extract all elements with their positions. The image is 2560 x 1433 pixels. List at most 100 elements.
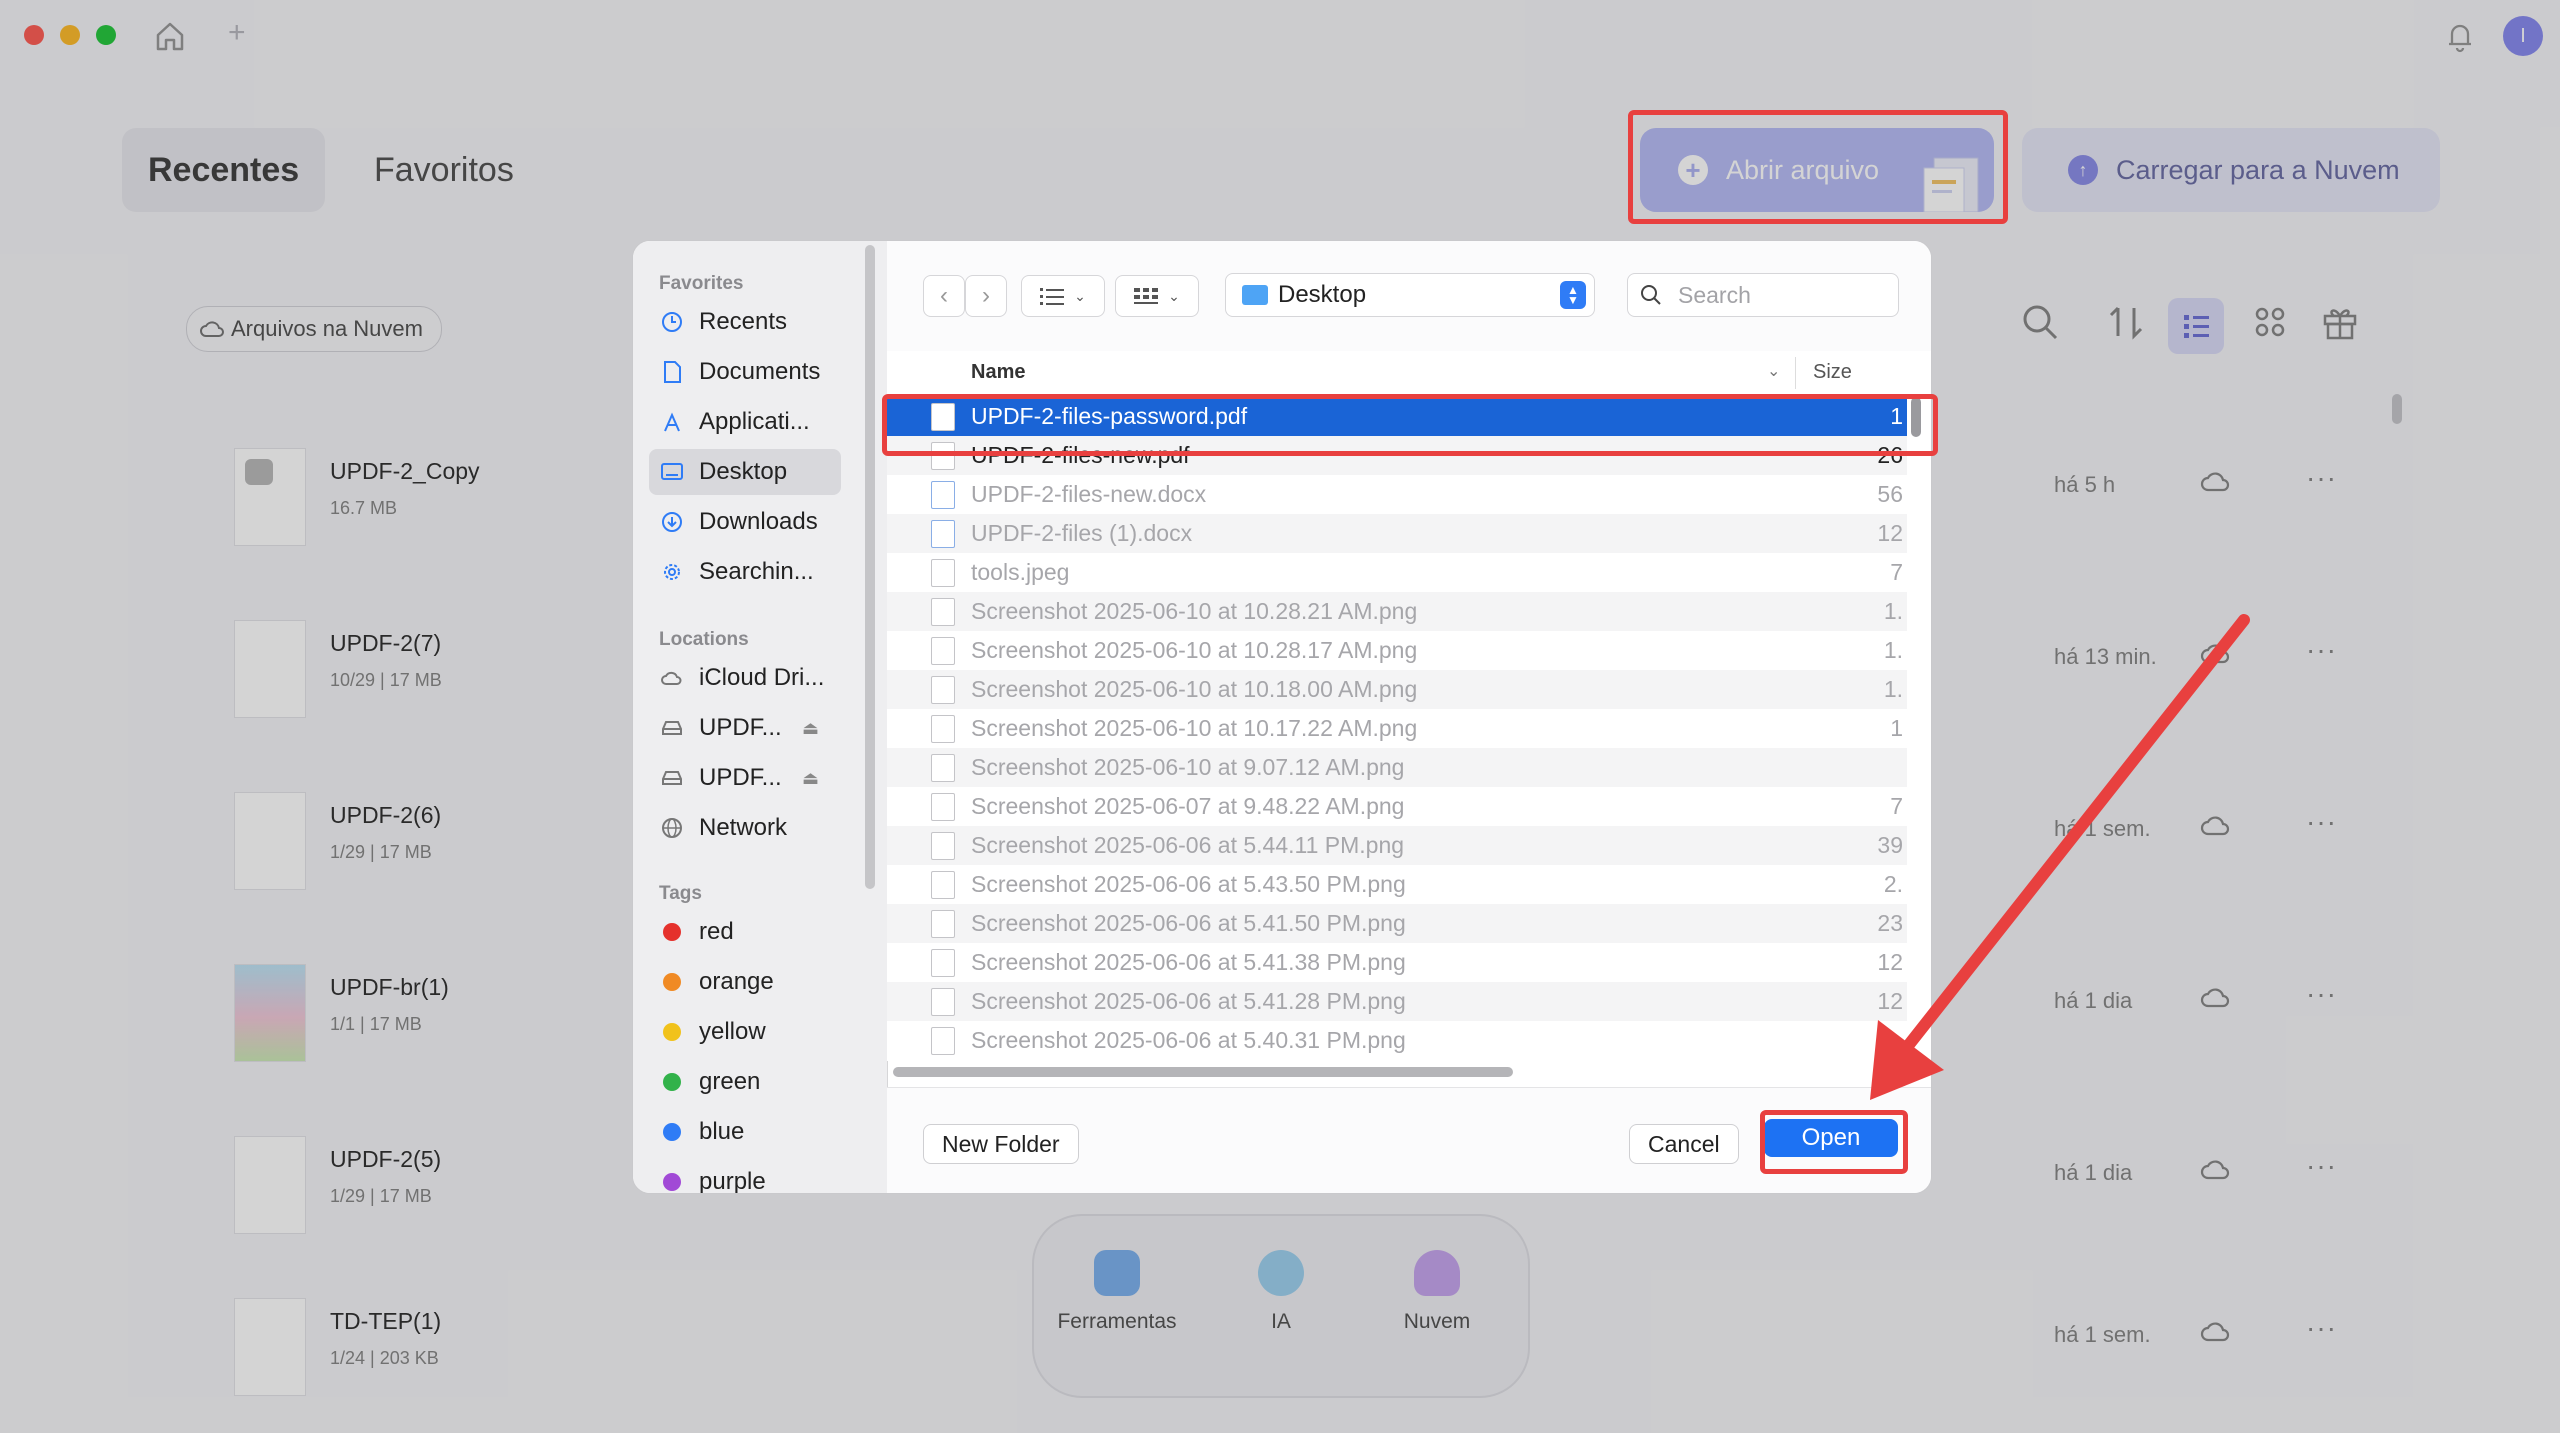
word-file-icon <box>931 480 955 509</box>
image-file-icon <box>931 987 955 1016</box>
file-name: Screenshot 2025-06-10 at 10.28.21 AM.png <box>971 598 1418 624</box>
location-popup[interactable]: Desktop ▲ ▼ <box>1225 273 1595 317</box>
file-row: Screenshot 2025-06-10 at 10.28.21 AM.png… <box>887 592 1907 631</box>
file-size: 7 <box>1890 559 1903 585</box>
forward-button[interactable]: › <box>965 275 1007 317</box>
file-name: Screenshot 2025-06-06 at 5.41.50 PM.png <box>971 910 1406 936</box>
sidebar-tag-green[interactable]: green <box>649 1059 841 1105</box>
chevron-left-icon: ‹ <box>940 282 948 309</box>
file-size: 1. <box>1883 598 1903 624</box>
sidebar-tag-blue[interactable]: blue <box>649 1109 841 1155</box>
sidebar-item-recents[interactable]: Recents <box>649 299 841 345</box>
sidebar-item-label: Recents <box>699 308 788 335</box>
highlight-selected-file <box>882 394 1938 456</box>
file-name: Screenshot 2025-06-06 at 5.43.50 PM.png <box>971 871 1406 897</box>
file-row: Screenshot 2025-06-10 at 10.18.00 AM.png… <box>887 670 1907 709</box>
file-size: 39 <box>1877 832 1903 858</box>
sidebar-item-label: purple <box>699 1168 766 1194</box>
sidebar-item-label: green <box>699 1068 761 1095</box>
sidebar-tag-red[interactable]: red <box>649 909 841 955</box>
file-size: 7 <box>1890 793 1903 819</box>
group-view-menu[interactable]: ⌄ <box>1115 275 1199 317</box>
file-name: Screenshot 2025-06-07 at 9.48.22 AM.png <box>971 793 1405 819</box>
file-size: 2. <box>1883 871 1903 897</box>
sidebar-item-applications[interactable]: Applicati... <box>649 399 841 445</box>
file-name: Screenshot 2025-06-06 at 5.41.38 PM.png <box>971 949 1406 975</box>
image-file-icon <box>931 909 955 938</box>
chevron-down-icon: ⌄ <box>1168 287 1180 304</box>
highlight-open-file <box>1628 110 2008 224</box>
file-row: tools.jpeg 7 <box>887 553 1907 592</box>
sidebar-item-label: red <box>699 918 734 945</box>
file-row: Screenshot 2025-06-06 at 5.40.31 PM.png <box>887 1021 1907 1060</box>
clock-icon <box>659 309 685 335</box>
search-field[interactable] <box>1627 273 1899 317</box>
stepper-icon: ▲ ▼ <box>1560 281 1586 309</box>
file-row: Screenshot 2025-06-07 at 9.48.22 AM.png 7 <box>887 787 1907 826</box>
file-size: 1. <box>1883 676 1903 702</box>
tag-dot-icon <box>663 973 681 991</box>
file-name: Screenshot 2025-06-06 at 5.41.28 PM.png <box>971 988 1406 1014</box>
sidebar-tag-orange[interactable]: orange <box>649 959 841 1005</box>
list-view-menu[interactable]: ⌄ <box>1021 275 1105 317</box>
locations-heading: Locations <box>659 629 749 650</box>
sidebar-item-label: yellow <box>699 1018 766 1045</box>
gear-icon <box>659 559 685 585</box>
file-row: Screenshot 2025-06-06 at 5.41.50 PM.png 2… <box>887 904 1907 943</box>
column-size[interactable]: Size <box>1813 361 1852 384</box>
sidebar-item-label: Documents <box>699 358 821 385</box>
image-file-icon <box>931 753 955 782</box>
file-row: UPDF-2-files-new.docx 56 <box>887 475 1907 514</box>
tag-dot-icon <box>663 1073 681 1091</box>
sidebar-tag-purple[interactable]: purple <box>649 1159 841 1194</box>
file-size: 56 <box>1877 481 1903 507</box>
chevron-down-icon[interactable]: ⌄ <box>1767 361 1780 381</box>
back-button[interactable]: ‹ <box>923 275 965 317</box>
sidebar-item-desktop[interactable]: Desktop <box>649 449 841 495</box>
sidebar-item-downloads[interactable]: Downloads <box>649 499 841 545</box>
file-size: 12 <box>1877 949 1903 975</box>
file-list-horizontal-scrollbar[interactable] <box>893 1067 1513 1077</box>
dialog-toolbar: ‹ › ⌄ ⌄ Desktop ▲ ▼ <box>887 241 1931 351</box>
tag-dot-icon <box>663 1173 681 1191</box>
location-label: Desktop <box>1278 281 1367 308</box>
sidebar-item-label: Searchin... <box>699 558 814 585</box>
file-row: Screenshot 2025-06-10 at 10.28.17 AM.png… <box>887 631 1907 670</box>
sidebar-item-label: orange <box>699 968 774 995</box>
sidebar-item-label: iCloud Dri... <box>699 664 825 691</box>
eject-icon[interactable]: ⏏ <box>802 718 819 739</box>
eject-icon[interactable]: ⏏ <box>802 768 819 789</box>
new-folder-button[interactable]: New Folder <box>923 1124 1079 1164</box>
file-row: Screenshot 2025-06-06 at 5.43.50 PM.png 2… <box>887 865 1907 904</box>
sidebar-item-label: UPDF... <box>699 764 782 791</box>
sidebar-tag-yellow[interactable]: yellow <box>649 1009 841 1055</box>
file-name: Screenshot 2025-06-06 at 5.44.11 PM.png <box>971 832 1405 858</box>
image-file-icon <box>931 558 955 587</box>
sidebar-item-documents[interactable]: Documents <box>649 349 841 395</box>
file-name: Screenshot 2025-06-10 at 9.07.12 AM.png <box>971 754 1405 780</box>
search-icon <box>1641 285 1661 305</box>
sidebar-item-network[interactable]: Network <box>649 805 841 851</box>
sidebar-item-searching[interactable]: Searchin... <box>649 549 841 595</box>
file-row: Screenshot 2025-06-06 at 5.41.38 PM.png 1… <box>887 943 1907 982</box>
file-size: 12 <box>1877 520 1903 546</box>
search-input[interactable] <box>1676 280 1880 310</box>
image-file-icon <box>931 597 955 626</box>
column-name[interactable]: Name <box>971 361 1025 384</box>
file-list-header: Name ⌄ Size <box>887 351 1931 396</box>
sidebar-item-label: Desktop <box>699 458 788 485</box>
download-icon <box>659 509 685 535</box>
image-file-icon <box>931 792 955 821</box>
sidebar-scrollbar[interactable] <box>865 245 875 889</box>
sidebar-item-updf-volume-2[interactable]: UPDF... ⏏ <box>649 755 841 801</box>
tags-heading: Tags <box>659 883 702 904</box>
file-row: UPDF-2-files (1).docx 12 <box>887 514 1907 553</box>
file-list: UPDF-2-files-password.pdf 1 UPDF-2-files-… <box>887 397 1931 1061</box>
file-name: tools.jpeg <box>971 559 1070 585</box>
sidebar-item-updf-volume-1[interactable]: UPDF... ⏏ <box>649 705 841 751</box>
sidebar-item-icloud[interactable]: iCloud Dri... <box>649 655 841 701</box>
file-row: Screenshot 2025-06-06 at 5.44.11 PM.png 3… <box>887 826 1907 865</box>
grid-icon <box>1134 288 1159 304</box>
tag-dot-icon <box>663 1023 681 1041</box>
cancel-button[interactable]: Cancel <box>1629 1124 1739 1164</box>
